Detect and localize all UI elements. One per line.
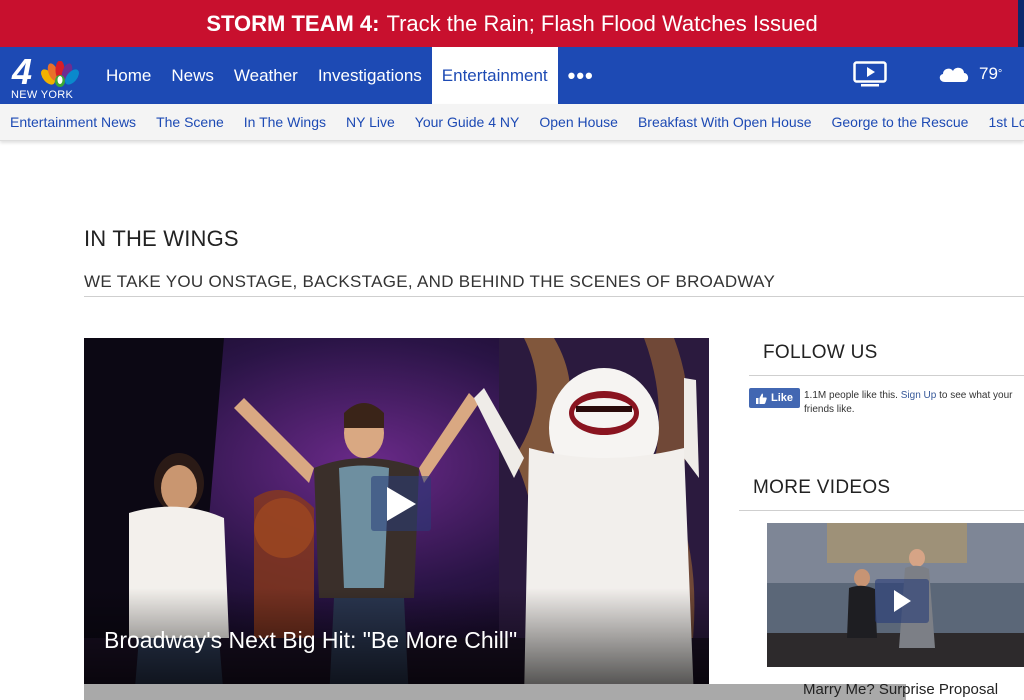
alert-label: STORM TEAM 4: — [206, 10, 380, 36]
play-icon — [387, 486, 416, 521]
nav-item-investigations[interactable]: Investigations — [308, 47, 432, 104]
horizontal-scrollbar[interactable] — [84, 684, 906, 700]
play-button[interactable] — [371, 476, 431, 531]
peacock-icon — [41, 61, 79, 87]
subnav-item-the-scene[interactable]: The Scene — [156, 114, 224, 130]
subnav-item-entertainment-news[interactable]: Entertainment News — [10, 114, 136, 130]
alert-text[interactable]: Track the Rain; Flash Flood Watches Issu… — [386, 11, 817, 37]
more-menu-icon[interactable]: ••• — [558, 47, 604, 104]
video-thumbnail-caption[interactable]: Marry Me? Surprise Proposal — [803, 681, 998, 698]
subnav-item-ny-live[interactable]: NY Live — [346, 114, 395, 130]
hero-video[interactable]: Broadway's Next Big Hit: "Be More Chill" — [84, 338, 709, 700]
nav-item-entertainment[interactable]: Entertainment — [431, 47, 558, 104]
temperature-value: 79 — [979, 64, 998, 83]
sub-nav: Entertainment News The Scene In The Wing… — [0, 104, 1024, 141]
subnav-item-in-the-wings[interactable]: In The Wings — [244, 114, 326, 130]
cloud-icon — [939, 67, 969, 82]
hero-caption[interactable]: Broadway's Next Big Hit: "Be More Chill" — [104, 627, 517, 654]
logo-number: 4 — [12, 51, 33, 92]
follow-divider — [749, 375, 1024, 376]
play-icon — [894, 590, 911, 612]
more-videos-heading: MORE VIDEOS — [753, 477, 891, 498]
like-label: Like — [770, 392, 793, 404]
page-subtitle: WE TAKE YOU ONSTAGE, BACKSTAGE, AND BEHI… — [84, 272, 776, 291]
thumbnail-play-button[interactable] — [875, 579, 929, 623]
page-title: IN THE WINGS — [84, 226, 239, 251]
nav-item-home[interactable]: Home — [96, 47, 161, 104]
video-thumbnail[interactable] — [767, 523, 1024, 667]
nbc-4-logo[interactable]: 4 NEW YORK — [10, 53, 80, 101]
facebook-like-button[interactable]: Like — [749, 388, 800, 408]
tv-play-icon[interactable] — [853, 61, 887, 87]
subnav-item-breakfast-with-open-house[interactable]: Breakfast With Open House — [638, 114, 812, 130]
subnav-item-your-guide-4-ny[interactable]: Your Guide 4 NY — [415, 114, 520, 130]
degree-symbol: ° — [997, 68, 1003, 80]
thumbs-up-icon — [755, 393, 767, 404]
weather-widget[interactable]: 79 ° — [937, 64, 1002, 84]
nav-item-weather[interactable]: Weather — [224, 47, 308, 104]
fb-signup-link[interactable]: Sign Up — [901, 390, 937, 401]
fb-count-text: 1.1M people like this. — [804, 390, 898, 401]
facebook-like-text: 1.1M people like this. Sign Up to see wh… — [804, 389, 1024, 417]
subnav-item-1st-look[interactable]: 1st Look — [988, 114, 1024, 130]
storm-alert-bar[interactable]: STORM TEAM 4: Track the Rain; Flash Floo… — [0, 0, 1024, 47]
more-videos-divider — [739, 510, 1024, 511]
follow-us-heading: FOLLOW US — [763, 342, 878, 363]
nav-items: Home News Weather Investigations Enterta… — [96, 47, 604, 104]
nav-item-news[interactable]: News — [161, 47, 224, 104]
logo-text: NEW YORK — [11, 89, 74, 101]
subnav-item-open-house[interactable]: Open House — [539, 114, 618, 130]
main-nav: 4 NEW YORK Home News Weather Investigati… — [0, 47, 1024, 104]
subnav-item-george-to-the-rescue[interactable]: George to the Rescue — [832, 114, 969, 130]
title-divider — [84, 296, 1024, 297]
